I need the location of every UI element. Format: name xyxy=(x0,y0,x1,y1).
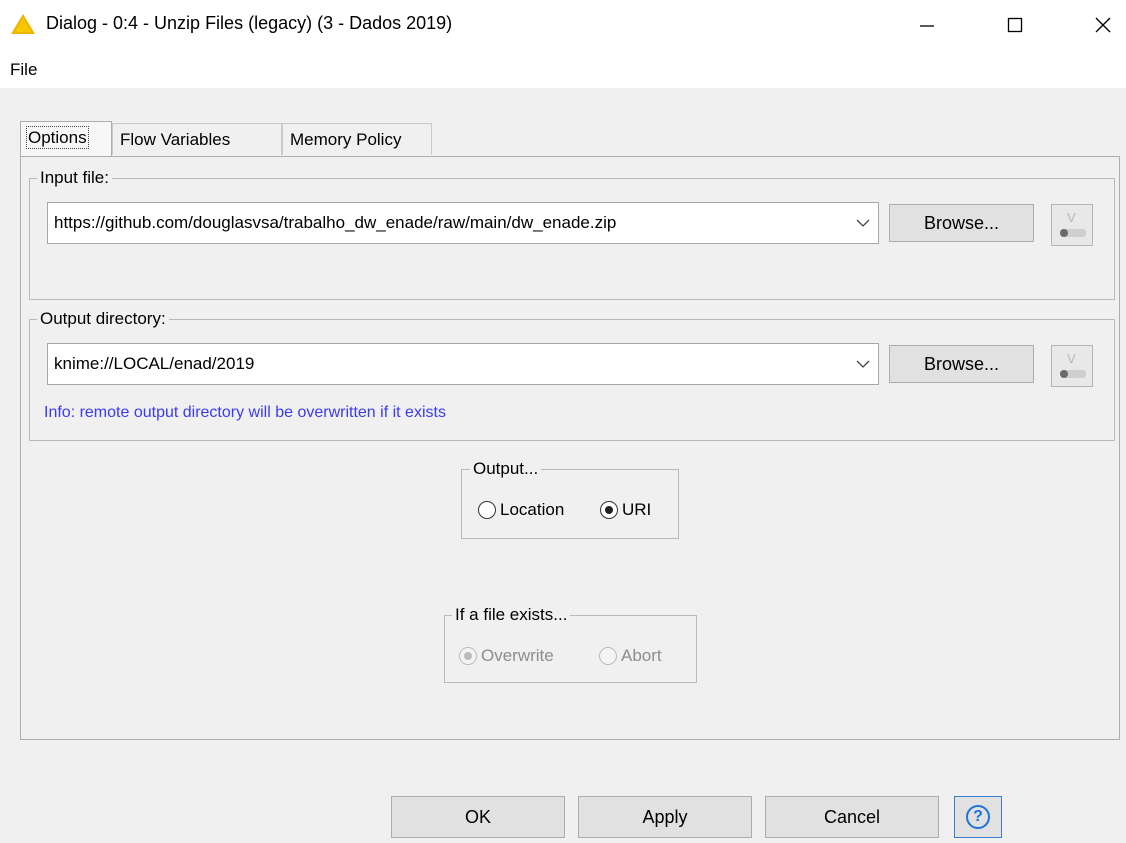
help-button[interactable]: ? xyxy=(954,796,1002,838)
maximize-button[interactable] xyxy=(992,0,1038,50)
tab-memory-policy-label: Memory Policy xyxy=(290,130,402,149)
tab-flow-variables-label: Flow Variables xyxy=(120,130,231,149)
close-button[interactable] xyxy=(1080,0,1126,50)
radio-location[interactable]: Location xyxy=(478,500,564,520)
output-directory-flow-variable-button[interactable]: V xyxy=(1051,345,1093,387)
tab-options[interactable]: Options xyxy=(20,121,112,157)
radio-abort-label: Abort xyxy=(621,646,662,665)
flow-variable-icon: V xyxy=(1060,210,1086,237)
options-panel: Input file: https://github.com/douglasvs… xyxy=(20,156,1120,740)
menu-file[interactable]: File xyxy=(10,60,37,80)
input-file-group: Input file: https://github.com/douglasvs… xyxy=(29,168,1115,300)
if-file-exists-legend: If a file exists... xyxy=(452,605,571,625)
minimize-icon xyxy=(920,25,934,27)
menu-bar: File xyxy=(0,50,1126,88)
input-file-browse-label: Browse... xyxy=(923,213,1000,233)
radio-location-circle xyxy=(478,501,496,519)
radio-location-label: Location xyxy=(500,500,565,519)
output-directory-group: Output directory: knime://LOCAL/enad/201… xyxy=(29,309,1115,441)
minimize-button[interactable] xyxy=(904,0,950,50)
ok-label: OK xyxy=(464,807,491,827)
radio-abort: Abort xyxy=(599,646,662,666)
tab-memory-policy[interactable]: Memory Policy xyxy=(282,123,432,155)
svg-text:V: V xyxy=(1067,210,1076,225)
input-file-legend: Input file: xyxy=(37,168,112,188)
radio-abort-circle xyxy=(599,647,617,665)
input-file-browse-button[interactable]: Browse... xyxy=(889,204,1034,242)
radio-uri-label: URI xyxy=(622,500,652,519)
warning-triangle-icon xyxy=(11,14,35,34)
title-bar: Dialog - 0:4 - Unzip Files (legacy) (3 -… xyxy=(0,0,1126,50)
cancel-button[interactable]: Cancel xyxy=(765,796,939,838)
output-mode-group: Output... Location URI xyxy=(461,459,679,539)
apply-label: Apply xyxy=(642,807,688,827)
radio-overwrite-circle xyxy=(459,647,477,665)
output-directory-value: knime://LOCAL/enad/2019 xyxy=(54,354,255,373)
input-file-value: https://github.com/douglasvsa/trabalho_d… xyxy=(54,213,617,232)
radio-uri[interactable]: URI xyxy=(600,500,651,520)
input-file-flow-variable-button[interactable]: V xyxy=(1051,204,1093,246)
radio-overwrite: Overwrite xyxy=(459,646,554,666)
output-directory-browse-button[interactable]: Browse... xyxy=(889,345,1034,383)
ok-button[interactable]: OK xyxy=(391,796,565,838)
radio-uri-circle xyxy=(600,501,618,519)
svg-text:V: V xyxy=(1067,351,1076,366)
output-directory-info: Info: remote output directory will be ov… xyxy=(44,404,446,421)
apply-button[interactable]: Apply xyxy=(578,796,752,838)
tab-flow-variables[interactable]: Flow Variables xyxy=(112,123,282,155)
if-file-exists-group: If a file exists... Overwrite Abort xyxy=(444,605,697,683)
maximize-icon xyxy=(1007,17,1023,33)
output-directory-combo[interactable]: knime://LOCAL/enad/2019 xyxy=(47,343,879,385)
tab-options-label: Options xyxy=(26,126,89,149)
flow-variable-icon: V xyxy=(1060,351,1086,378)
close-icon xyxy=(1095,17,1111,33)
window-title: Dialog - 0:4 - Unzip Files (legacy) (3 -… xyxy=(46,13,453,33)
cancel-label: Cancel xyxy=(823,807,881,827)
chevron-down-icon xyxy=(856,360,870,368)
input-file-combo[interactable]: https://github.com/douglasvsa/trabalho_d… xyxy=(47,202,879,244)
output-directory-legend: Output directory: xyxy=(37,309,169,329)
chevron-down-icon xyxy=(856,219,870,227)
output-mode-legend: Output... xyxy=(470,459,542,479)
output-directory-browse-label: Browse... xyxy=(923,354,1000,374)
radio-overwrite-label: Overwrite xyxy=(481,646,554,665)
help-icon: ? xyxy=(966,805,990,829)
